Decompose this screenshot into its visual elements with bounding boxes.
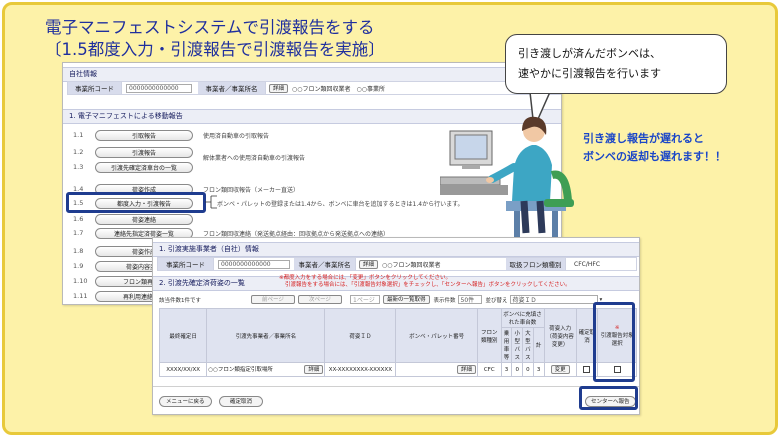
sub-col-large-bus: 大型バス [522, 327, 534, 363]
menu-num: 1.10 [73, 277, 88, 285]
office-code-label: 事業所コード [68, 82, 122, 94]
category-value: CFC/HFC [574, 260, 601, 268]
callout-line-2: ボンベの返却も遅れます！！ [583, 150, 726, 163]
cell-count-large-bus: 0 [522, 362, 534, 377]
sec1-info-row: 事業所コード 0000000000000 事業者／事業所名 詳細 ○○フロン類回… [157, 257, 637, 271]
bombe-detail-button[interactable]: 詳細 [456, 365, 476, 374]
sub-col-small-bus: 小型バス [511, 327, 524, 363]
list-toolbar: 該当件数1件です 前ページ 次ページ 1ページ 最新の一覧取得 表示件数 50件… [159, 294, 637, 305]
menu-item-1-2: 1.2 引渡報告 解体業者への使用済自動車の引渡報告 [73, 146, 305, 162]
col-change: 荷姿入力（荷姿内容変更） [543, 308, 577, 363]
menu-item-1-1: 1.1 引取報告 使用済自動車の引取報告 [73, 129, 269, 141]
company-label: 事業者／事業所名 [198, 82, 266, 94]
latest-list-button[interactable]: 最新の一覧取得 [383, 295, 430, 304]
col-vehicle-count: ボンベに充填された車台数 [500, 308, 545, 328]
own-info-title: 自社情報 [63, 67, 561, 82]
menu-desc: 使用済自動車の引取報告 [203, 132, 270, 140]
warning-callout: 引き渡し報告が遅れると ボンベの返却も遅れます！！ [583, 130, 726, 166]
menu-num: 1.3 [73, 163, 84, 171]
footer-divider [153, 386, 639, 387]
cell-bombe: 詳細 [395, 362, 478, 377]
company-detail-button[interactable]: 詳細 [359, 259, 379, 269]
highlight-box-menu [66, 192, 206, 213]
company-value: ○○フロン類回収業者 [382, 261, 441, 269]
table-header-row: 最終確定日 引渡先事業者／事業所名 荷姿ＩＤ ボンベ・パレット番号 フロン類種別… [158, 308, 637, 363]
sub-col-car: 乗用車等 [500, 327, 513, 363]
next-page-button[interactable]: 次ページ [298, 295, 342, 304]
page-select[interactable]: 1ページ [350, 295, 380, 304]
company-value: ○○フロン類回収業者 ○○事業所 [292, 85, 385, 93]
prev-page-button[interactable]: 前ページ [251, 295, 295, 304]
package-table: 最終確定日 引渡先事業者／事業所名 荷姿ＩＤ ボンベ・パレット番号 フロン類種別… [158, 308, 637, 377]
speech-bubble: 引き渡しが済んだボンベは、 速やかに引渡報告を行います [505, 34, 727, 94]
display-count-label: 表示件数 [433, 297, 456, 304]
delivery-report-button[interactable]: 引渡報告 [95, 146, 193, 158]
delivery-report-screen: 1. 引渡実施事業者（自社）情報 事業所コード 0000000000000 事業… [152, 237, 640, 415]
col-bombe: ボンベ・パレット番号 [395, 308, 478, 363]
bracket-connector [205, 195, 217, 209]
back-to-menu-button[interactable]: メニューに戻る [159, 396, 212, 407]
table-row: XXXX/XX/XX ○○フロン類指定引取場所 詳細 XX-XXXXXXXX-X… [158, 362, 637, 377]
cell-dest: ○○フロン類指定引取場所 詳細 [206, 362, 326, 377]
sort-select[interactable]: 荷姿ＩＤ [509, 295, 598, 304]
title-line-1: 電子マニフェストシステムで引渡報告をする [45, 18, 375, 37]
office-code-label: 事業所コード [158, 258, 214, 270]
col-dest: 引渡先事業者／事業所名 [206, 308, 326, 363]
highlight-box-checkbox [593, 302, 635, 382]
menu-num: 1.8 [73, 247, 84, 255]
col-package-id: 荷姿ＩＤ [324, 308, 397, 363]
person-at-computer-illustration [440, 116, 574, 237]
category-label: 取扱フロン類種別 [506, 258, 567, 270]
cell-type: CFC [476, 362, 502, 377]
own-info-row: 事業所コード 0000000000000 事業者／事業所名 詳細 ○○フロン類回… [67, 81, 561, 95]
menu-item-1-3: 1.3 引渡先確定済車台の一覧 [73, 161, 193, 173]
dest-detail-button[interactable]: 詳細 [304, 365, 324, 374]
sub-col-total: 計 [532, 327, 545, 363]
confirmed-vehicles-list-button[interactable]: 引渡先確定済車台の一覧 [95, 161, 193, 173]
package-contact-button[interactable]: 荷姿連絡 [95, 213, 193, 225]
office-code-value: 0000000000000 [218, 259, 290, 269]
confirm-cancel-checkbox[interactable] [583, 366, 591, 373]
notice-line-2: 引渡報告をする場合には、「引渡報告対象選択」をチェックし、「センターへ報告」ボタ… [285, 282, 571, 288]
dest-name: ○○フロン類指定引取場所 [208, 367, 273, 373]
confirm-cancel-button[interactable]: 確定取消 [219, 396, 264, 407]
menu-num: 1.9 [73, 262, 84, 270]
cell-count-car: 3 [500, 362, 513, 377]
menu-num: 1.6 [73, 215, 84, 223]
menu-num: 1.2 [73, 148, 84, 156]
cell-change: 変更 [543, 362, 577, 377]
cell-count-total: 3 [532, 362, 545, 377]
callout-line-1: 引き渡し報告が遅れると [583, 132, 704, 145]
sort-label: 並び替え [485, 297, 508, 304]
company-label: 事業者／事業所名 [294, 258, 356, 270]
change-button[interactable]: 変更 [550, 365, 570, 374]
menu-desc: フロン類回収報告（メーカー直送） [203, 186, 300, 194]
menu-num: 1.1 [73, 131, 84, 139]
display-count-select[interactable]: 50件 [457, 295, 482, 304]
company-detail-button[interactable]: 詳細 [269, 83, 289, 93]
slide-title: 電子マニフェストシステムで引渡報告をする 〔1.5都度入力・引渡報告で引渡報告を… [45, 17, 385, 61]
cell-package-id: XX-XXXXXXXX-XXXXXX [324, 362, 397, 377]
title-line-2: 〔1.5都度入力・引渡報告で引渡報告を実施〕 [45, 40, 385, 59]
menu-item-1-6: 1.6 荷姿連絡 [73, 213, 193, 225]
menu-num: 1.7 [73, 229, 84, 237]
notice-text: ※都度入力をする場合には、「変更」ボタンをクリックしてください。 引渡報告をする… [279, 275, 571, 289]
sec1-title: 1. 引渡実施事業者（自社）情報 [153, 242, 639, 257]
result-count: 該当件数1件です [159, 297, 201, 304]
notice-line-1: ※都度入力をする場合には、「変更」ボタンをクリックしてください。 [279, 275, 452, 281]
col-type: フロン類種別 [476, 308, 502, 363]
highlight-box-report-button [579, 386, 638, 410]
office-code-value: 0000000000000 [126, 83, 192, 93]
pickup-report-button[interactable]: 引取報告 [95, 129, 193, 141]
menu-desc: ボンベ・パレットの登録または1.4から、ボンベに車台を追加するときは1.4から行… [217, 200, 464, 208]
cell-date: XXXX/XX/XX [158, 362, 208, 377]
cell-count-small-bus: 0 [511, 362, 524, 377]
menu-desc: 解体業者への使用済自動車の引渡報告 [203, 154, 306, 162]
bubble-line-1: 引き渡しが済んだボンベは、 [518, 47, 661, 60]
col-date: 最終確定日 [158, 308, 208, 363]
menu-num: 1.11 [73, 292, 88, 300]
bubble-line-2: 速やかに引渡報告を行います [518, 67, 661, 80]
